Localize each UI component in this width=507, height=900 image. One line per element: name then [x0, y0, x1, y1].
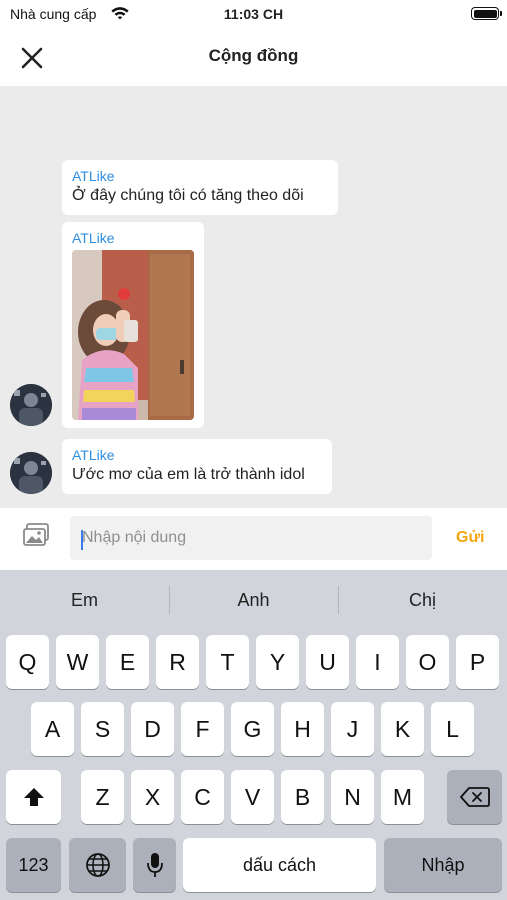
key-u[interactable]: U: [306, 635, 349, 689]
message-bubble[interactable]: ATLike Ở đây chúng tôi có tăng theo dõi: [62, 160, 338, 215]
image-icon[interactable]: [22, 522, 50, 548]
backspace-icon: [459, 787, 490, 807]
message-bubble[interactable]: ATLike Ước mơ của em là trở thành idol: [62, 439, 332, 494]
message-sender: ATLike: [72, 230, 115, 246]
key-s[interactable]: S: [81, 702, 124, 756]
backspace-key[interactable]: [447, 770, 502, 824]
message-sender: ATLike: [72, 168, 115, 184]
key-i[interactable]: I: [356, 635, 399, 689]
key-g[interactable]: G: [231, 702, 274, 756]
key-k[interactable]: K: [381, 702, 424, 756]
key-o[interactable]: O: [406, 635, 449, 689]
key-z[interactable]: Z: [81, 770, 124, 824]
avatar[interactable]: [10, 452, 52, 494]
suggestion-chi[interactable]: Chị: [338, 570, 507, 630]
suggestion-em[interactable]: Em: [0, 570, 169, 630]
image-message-bubble[interactable]: ATLike: [62, 222, 204, 428]
return-key[interactable]: Nhập: [384, 838, 502, 892]
key-v[interactable]: V: [231, 770, 274, 824]
key-d[interactable]: D: [131, 702, 174, 756]
page-title: Cộng đồng: [208, 46, 299, 65]
avatar[interactable]: [10, 384, 52, 426]
key-a[interactable]: A: [31, 702, 74, 756]
message-composer: Gửi: [0, 508, 507, 570]
key-x[interactable]: X: [131, 770, 174, 824]
send-button[interactable]: Gửi: [456, 529, 484, 547]
message-text: Ở đây chúng tôi có tăng theo dõi: [72, 187, 304, 204]
microphone-icon: [146, 853, 163, 877]
key-n[interactable]: N: [331, 770, 374, 824]
shift-key[interactable]: [6, 770, 61, 824]
message-input[interactable]: [70, 516, 432, 560]
key-j[interactable]: J: [331, 702, 374, 756]
status-bar: Nhà cung cấp 11:03 CH: [0, 0, 507, 30]
key-t[interactable]: T: [206, 635, 249, 689]
numbers-key[interactable]: 123: [6, 838, 61, 892]
clock: 11:03 CH: [223, 6, 284, 22]
battery-icon: [471, 7, 502, 20]
globe-key[interactable]: [69, 838, 126, 892]
key-w[interactable]: W: [56, 635, 99, 689]
microphone-key[interactable]: [133, 838, 176, 892]
key-p[interactable]: P: [456, 635, 499, 689]
key-e[interactable]: E: [106, 635, 149, 689]
shift-icon: [23, 788, 44, 806]
key-c[interactable]: C: [181, 770, 224, 824]
key-l[interactable]: L: [431, 702, 474, 756]
nav-bar: Cộng đồng: [0, 30, 507, 86]
key-b[interactable]: B: [281, 770, 324, 824]
space-key[interactable]: dấu cách: [183, 838, 376, 892]
key-f[interactable]: F: [181, 702, 224, 756]
photo-thumbnail[interactable]: [72, 250, 194, 420]
key-h[interactable]: H: [281, 702, 324, 756]
key-q[interactable]: Q: [6, 635, 49, 689]
key-y[interactable]: Y: [256, 635, 299, 689]
globe-icon: [85, 853, 110, 877]
message-sender: ATLike: [72, 447, 115, 463]
message-text: Ước mơ của em là trở thành idol: [72, 466, 305, 483]
chat-area[interactable]: ATLike Ở đây chúng tôi có tăng theo dõi …: [0, 86, 507, 508]
key-m[interactable]: M: [381, 770, 424, 824]
suggestion-anh[interactable]: Anh: [169, 570, 338, 630]
keyboard: Em Anh Chị Q W E R T Y U I O P A S D F G…: [0, 570, 507, 900]
text-caret: [81, 530, 83, 550]
key-r[interactable]: R: [156, 635, 199, 689]
